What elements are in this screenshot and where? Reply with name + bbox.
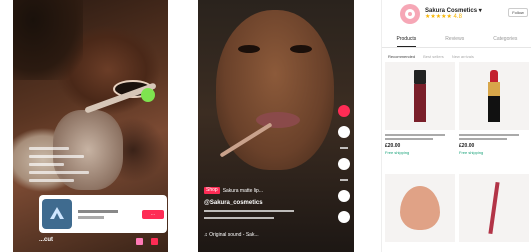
lipstick-icon	[488, 70, 500, 122]
product-card[interactable]: £20.00 Free shipping	[459, 62, 529, 155]
shipping-badge: Free shipping	[459, 150, 484, 155]
bottom-text: ...cut	[39, 237, 54, 243]
sound-label[interactable]: ♫ Original sound - Sak...	[204, 232, 259, 238]
rating-stars: ★★★★★ 4.8	[425, 14, 462, 20]
brand-name[interactable]: Sakura Cosmetics ▾	[425, 7, 482, 14]
bookmark-icon[interactable]	[338, 190, 350, 202]
sort-recommended[interactable]: Recommended	[388, 54, 415, 59]
buy-button[interactable]: ...	[142, 209, 164, 219]
product-card[interactable]	[459, 174, 529, 242]
eye-left	[238, 45, 260, 53]
gift-icon[interactable]	[136, 238, 143, 245]
shop-screen: Sakura Cosmetics ▾ ★★★★★ 4.8 Follow Prod…	[381, 0, 531, 252]
sort-best-sellers[interactable]: Best sellers	[423, 54, 444, 59]
product-card-text	[72, 209, 142, 219]
chat-line	[29, 177, 119, 185]
shop-link[interactable]: Shop Sakura matte lip...	[204, 186, 263, 195]
shop-tag: Shop	[204, 187, 220, 194]
chat-line	[29, 161, 119, 169]
product-image	[459, 62, 529, 130]
shop-tabs: Products Reviews Categories	[382, 36, 531, 48]
heart-icon[interactable]	[338, 126, 350, 138]
sort-new-arrivals[interactable]: New arrivals	[452, 54, 474, 59]
shipping-badge: Free shipping	[385, 150, 410, 155]
product-price: £20.00	[459, 143, 475, 149]
side-actions	[338, 105, 350, 223]
brand-logo-icon	[400, 4, 420, 24]
chat-line	[29, 153, 119, 161]
product-card[interactable]: ...	[39, 195, 167, 233]
eye-right	[290, 45, 312, 53]
shop-link-text: Sakura matte lip...	[222, 187, 263, 194]
comment-icon[interactable]	[338, 158, 350, 170]
screenshot-collage: ... ...cut Shop Sakura matte lip... @Sak…	[0, 0, 531, 252]
shop-logo-icon	[42, 199, 72, 229]
share-icon[interactable]	[338, 211, 350, 223]
username[interactable]: @Sakura_cosmetics	[204, 200, 263, 206]
product-price: £20.00	[385, 143, 401, 149]
shop-header: Sakura Cosmetics ▾ ★★★★★ 4.8 Follow	[382, 0, 531, 28]
chat-line	[29, 145, 119, 153]
lips	[256, 112, 300, 128]
follow-button[interactable]: Follow	[508, 8, 528, 17]
sponge-icon	[400, 186, 440, 230]
tab-categories[interactable]: Categories	[493, 36, 517, 47]
chat-line	[29, 169, 119, 177]
tab-reviews[interactable]: Reviews	[445, 36, 464, 47]
live-stream-screen: ... ...cut	[13, 0, 168, 252]
live-chat	[29, 145, 119, 185]
caption	[204, 210, 294, 224]
lip-liner-icon	[488, 181, 500, 235]
share-icon[interactable]	[151, 238, 158, 245]
green-sponge	[141, 88, 155, 102]
product-card[interactable]: £20.00 Free shipping	[385, 62, 455, 155]
product-image	[459, 174, 529, 242]
lip-gloss-icon	[414, 70, 426, 122]
hair	[13, 0, 83, 80]
product-card[interactable]	[385, 174, 455, 242]
tab-products[interactable]: Products	[396, 36, 417, 47]
bottom-actions	[136, 238, 158, 245]
profile-avatar[interactable]	[338, 105, 350, 117]
brand-info: Sakura Cosmetics ▾ ★★★★★ 4.8	[425, 7, 482, 21]
sort-options: Recommended Best sellers New arrivals	[388, 54, 474, 59]
video-screen: Shop Sakura matte lip... @Sakura_cosmeti…	[198, 0, 354, 252]
product-image	[385, 174, 455, 242]
product-image	[385, 62, 455, 130]
